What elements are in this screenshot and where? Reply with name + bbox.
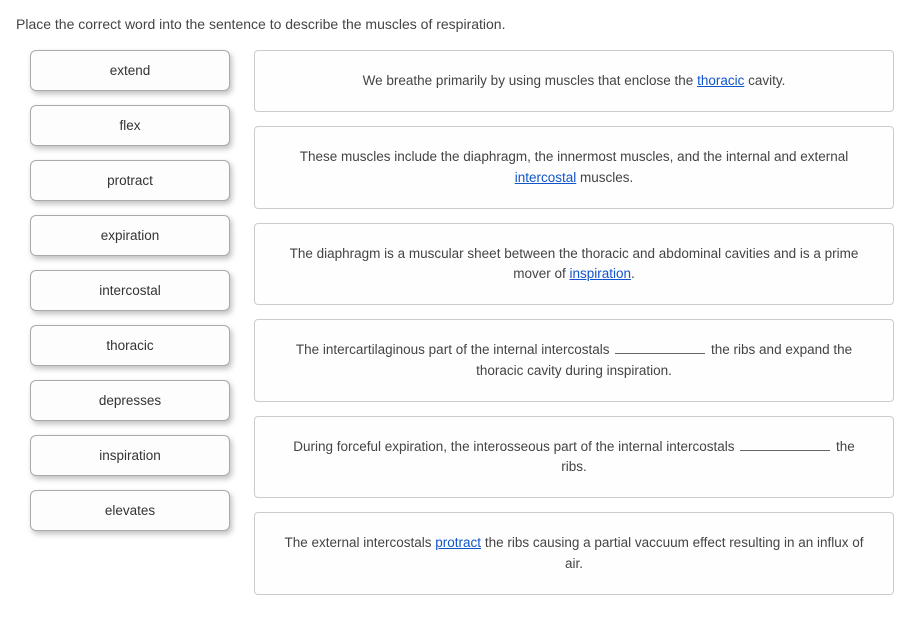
sentence-pre: These muscles include the diaphragm, the…	[300, 149, 849, 164]
sentence-pre: We breathe primarily by using muscles th…	[363, 73, 697, 88]
filled-blank[interactable]: inspiration	[569, 266, 631, 281]
filled-blank[interactable]: protract	[435, 535, 481, 550]
instructions-text: Place the correct word into the sentence…	[16, 16, 894, 32]
sentence-card[interactable]: These muscles include the diaphragm, the…	[254, 126, 894, 209]
sentence-pre: The external intercostals	[284, 535, 435, 550]
word-tile[interactable]: depresses	[30, 380, 230, 421]
sentence-card[interactable]: We breathe primarily by using muscles th…	[254, 50, 894, 112]
sentence-pre: During forceful expiration, the inteross…	[293, 439, 738, 454]
sentence-card[interactable]: The diaphragm is a muscular sheet betwee…	[254, 223, 894, 306]
empty-blank[interactable]	[740, 437, 830, 451]
word-bank: extend flex protract expiration intercos…	[16, 50, 230, 595]
word-tile[interactable]: intercostal	[30, 270, 230, 311]
sentence-post: muscles.	[576, 170, 633, 185]
word-tile[interactable]: elevates	[30, 490, 230, 531]
word-tile[interactable]: thoracic	[30, 325, 230, 366]
sentence-post: .	[631, 266, 635, 281]
word-tile[interactable]: protract	[30, 160, 230, 201]
sentence-post: cavity.	[744, 73, 785, 88]
sentences-column: We breathe primarily by using muscles th…	[254, 50, 894, 595]
word-tile[interactable]: expiration	[30, 215, 230, 256]
sentence-card[interactable]: During forceful expiration, the inteross…	[254, 416, 894, 499]
sentence-post: the ribs causing a partial vaccuum effec…	[481, 535, 863, 570]
word-tile[interactable]: extend	[30, 50, 230, 91]
sentence-card[interactable]: The intercartilaginous part of the inter…	[254, 319, 894, 402]
filled-blank[interactable]: thoracic	[697, 73, 744, 88]
sentence-card[interactable]: The external intercostals protract the r…	[254, 512, 894, 595]
word-tile[interactable]: flex	[30, 105, 230, 146]
sentence-pre: The intercartilaginous part of the inter…	[296, 342, 613, 357]
word-tile[interactable]: inspiration	[30, 435, 230, 476]
filled-blank[interactable]: intercostal	[515, 170, 577, 185]
activity-container: extend flex protract expiration intercos…	[16, 50, 894, 595]
empty-blank[interactable]	[615, 341, 705, 355]
